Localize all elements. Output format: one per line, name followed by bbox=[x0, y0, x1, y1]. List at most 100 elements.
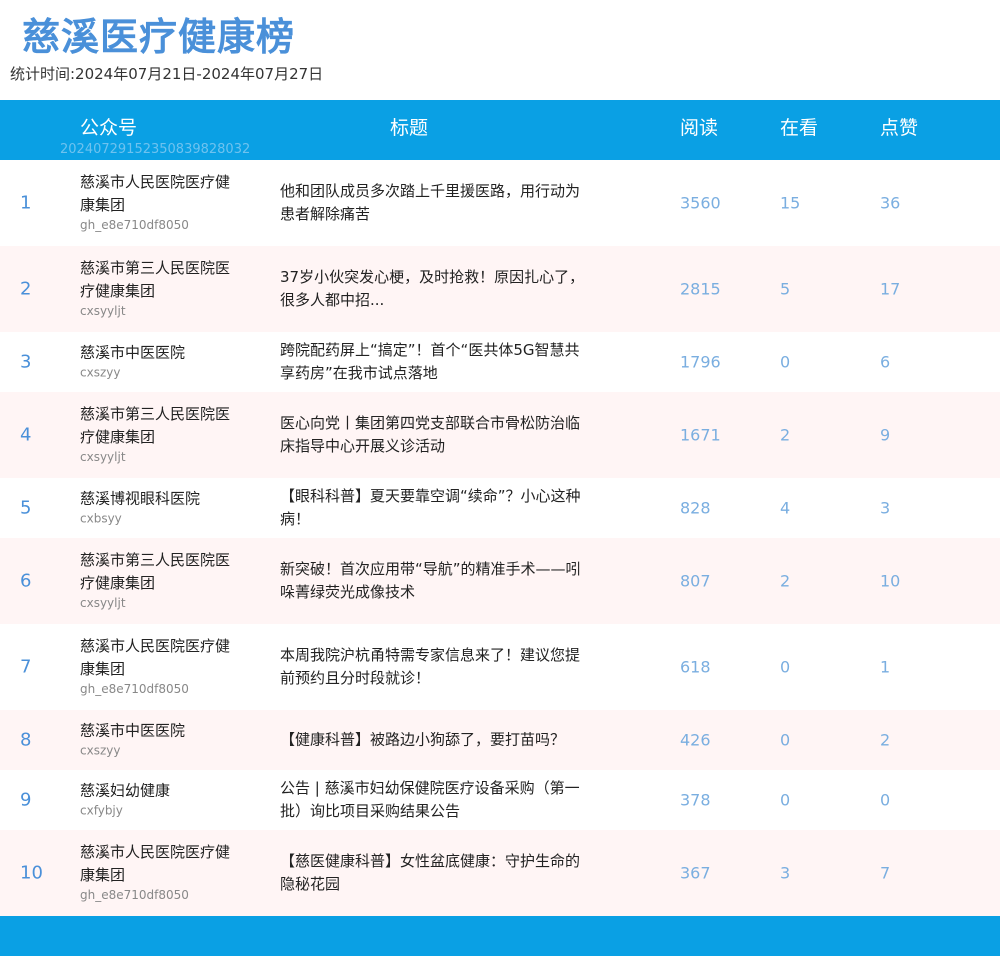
watch-count: 4 bbox=[780, 498, 791, 518]
account: 慈溪市人民医院医疗健康集团 gh_e8e710df8050 bbox=[80, 635, 230, 699]
watch-count: 0 bbox=[780, 657, 791, 677]
rank: 3 bbox=[20, 351, 32, 373]
read-count: 1796 bbox=[680, 352, 721, 372]
watch-count: 0 bbox=[780, 730, 791, 750]
account: 慈溪市第三人民医院医疗健康集团 cxsyyljt bbox=[80, 549, 230, 613]
rank: 7 bbox=[20, 656, 32, 678]
rank: 4 bbox=[20, 424, 32, 446]
read-count: 828 bbox=[680, 498, 711, 518]
article-title[interactable]: 【眼科科普】夏天要靠空调“续命”？小心这种病！ bbox=[280, 485, 590, 531]
table-row: 9 慈溪妇幼健康 cxfybjy 公告 | 慈溪市妇幼保健院医疗设备采购（第一批… bbox=[0, 770, 1000, 830]
account: 慈溪市人民医院医疗健康集团 gh_e8e710df8050 bbox=[80, 171, 230, 235]
account-name: 慈溪市第三人民医院医疗健康集团 bbox=[80, 551, 231, 592]
table-row: 10 慈溪市人民医院医疗健康集团 gh_e8e710df8050 【慈医健康科普… bbox=[0, 830, 1000, 916]
rank: 5 bbox=[20, 497, 32, 519]
account: 慈溪市第三人民医院医疗健康集团 cxsyyljt bbox=[80, 257, 230, 321]
article-title[interactable]: 【慈医健康科普】女性盆底健康：守护生命的隐秘花园 bbox=[280, 850, 590, 896]
watch-count: 15 bbox=[780, 193, 801, 213]
article-title[interactable]: 37岁小伙突发心梗，及时抢救！原因扎心了，很多人都中招... bbox=[280, 266, 590, 312]
account-id: cxsyyljt bbox=[80, 304, 126, 318]
watch-count: 5 bbox=[780, 279, 791, 299]
like-count: 6 bbox=[880, 352, 891, 372]
account-name: 慈溪博视眼科医院 bbox=[80, 489, 201, 508]
account-id: cxszyy bbox=[80, 743, 121, 758]
like-count: 10 bbox=[880, 571, 901, 591]
table-row: 3 慈溪市中医医院 cxszyy 跨院配药屏上“搞定”！首个“医共体5G智慧共享… bbox=[0, 332, 1000, 392]
read-count: 367 bbox=[680, 863, 711, 883]
table-row: 6 慈溪市第三人民医院医疗健康集团 cxsyyljt 新突破！首次应用带“导航”… bbox=[0, 538, 1000, 624]
table-row: 1 慈溪市人民医院医疗健康集团 gh_e8e710df8050 他和团队成员多次… bbox=[0, 160, 1000, 246]
watch-count: 0 bbox=[780, 352, 791, 372]
account-name: 慈溪市中医医院 bbox=[80, 721, 186, 740]
account-name: 慈溪市中医医院 bbox=[80, 343, 186, 362]
article-title[interactable]: 跨院配药屏上“搞定”！首个“医共体5G智慧共享药房”在我市试点落地 bbox=[280, 339, 590, 385]
read-count: 807 bbox=[680, 571, 711, 591]
account-name: 慈溪市第三人民医院医疗健康集团 bbox=[80, 405, 231, 446]
account-name: 慈溪市人民医院医疗健康集团 bbox=[80, 637, 231, 678]
read-count: 1671 bbox=[680, 425, 721, 445]
watch-count: 2 bbox=[780, 571, 791, 591]
read-count: 378 bbox=[680, 790, 711, 810]
account-id: gh_e8e710df8050 bbox=[80, 682, 189, 696]
rank: 6 bbox=[20, 570, 32, 592]
like-count: 9 bbox=[880, 425, 891, 445]
article-title[interactable]: 【健康科普】被路边小狗舔了，要打苗吗？ bbox=[280, 729, 590, 752]
article-title[interactable]: 他和团队成员多次踏上千里援医路，用行动为患者解除痛苦 bbox=[280, 180, 590, 226]
article-title[interactable]: 新突破！首次应用带“导航”的精准手术——吲哚菁绿荧光成像技术 bbox=[280, 558, 590, 604]
read-count: 2815 bbox=[680, 279, 721, 299]
table-row: 7 慈溪市人民医院医疗健康集团 gh_e8e710df8050 本周我院沪杭甬特… bbox=[0, 624, 1000, 710]
footer-bar bbox=[0, 916, 1000, 956]
rank: 9 bbox=[20, 789, 32, 811]
account: 慈溪妇幼健康 cxfybjy bbox=[80, 780, 230, 821]
account: 慈溪博视眼科医院 cxbsyy bbox=[80, 488, 230, 529]
table-row: 8 慈溪市中医医院 cxszyy 【健康科普】被路边小狗舔了，要打苗吗？ 426… bbox=[0, 710, 1000, 770]
watch-count: 3 bbox=[780, 863, 791, 883]
like-count: 3 bbox=[880, 498, 891, 518]
account: 慈溪市中医医院 cxszyy bbox=[80, 342, 230, 383]
col-title-header: 标题 bbox=[390, 117, 429, 139]
article-title[interactable]: 公告 | 慈溪市妇幼保健院医疗设备采购（第一批）询比项目采购结果公告 bbox=[280, 777, 590, 823]
account-id: cxszyy bbox=[80, 365, 121, 380]
like-count: 36 bbox=[880, 193, 901, 213]
stat-period: 统计时间:2024年07月21日-2024年07月27日 bbox=[10, 65, 324, 83]
account: 慈溪市人民医院医疗健康集团 gh_e8e710df8050 bbox=[80, 841, 230, 905]
table-row: 4 慈溪市第三人民医院医疗健康集团 cxsyyljt 医心向党丨集团第四党支部联… bbox=[0, 392, 1000, 478]
account-name: 慈溪妇幼健康 bbox=[80, 781, 171, 800]
table-row: 5 慈溪博视眼科医院 cxbsyy 【眼科科普】夏天要靠空调“续命”？小心这种病… bbox=[0, 478, 1000, 538]
rank: 8 bbox=[20, 729, 32, 751]
like-count: 7 bbox=[880, 863, 891, 883]
like-count: 2 bbox=[880, 730, 891, 750]
col-read-header: 阅读 bbox=[680, 117, 719, 139]
account-name: 慈溪市第三人民医院医疗健康集团 bbox=[80, 259, 231, 300]
account-id: cxfybjy bbox=[80, 803, 123, 818]
account-id: cxsyyljt bbox=[80, 450, 126, 464]
account-id: cxsyyljt bbox=[80, 596, 126, 610]
read-count: 426 bbox=[680, 730, 711, 750]
like-count: 1 bbox=[880, 657, 891, 677]
account-id: gh_e8e710df8050 bbox=[80, 888, 189, 902]
like-count: 17 bbox=[880, 279, 901, 299]
read-count: 3560 bbox=[680, 193, 721, 213]
rank: 2 bbox=[20, 278, 32, 300]
col-watch-header: 在看 bbox=[780, 117, 819, 139]
article-title[interactable]: 本周我院沪杭甬特需专家信息来了！建议您提前预约且分时段就诊！ bbox=[280, 644, 590, 690]
report-code: 20240729152350839828032 bbox=[60, 142, 251, 157]
ranking-table: 1 慈溪市人民医院医疗健康集团 gh_e8e710df8050 他和团队成员多次… bbox=[0, 160, 1000, 916]
like-count: 0 bbox=[880, 790, 891, 810]
page-title: 慈溪医疗健康榜 bbox=[22, 15, 296, 59]
rank: 10 bbox=[20, 862, 43, 884]
account-id: cxbsyy bbox=[80, 511, 122, 526]
account-name: 慈溪市人民医院医疗健康集团 bbox=[80, 173, 231, 214]
watch-count: 2 bbox=[780, 425, 791, 445]
col-like-header: 点赞 bbox=[880, 117, 919, 139]
account-id: gh_e8e710df8050 bbox=[80, 218, 189, 232]
account: 慈溪市中医医院 cxszyy bbox=[80, 720, 230, 761]
account-name: 慈溪市人民医院医疗健康集团 bbox=[80, 843, 231, 884]
col-account-header: 公众号 bbox=[80, 117, 138, 139]
watch-count: 0 bbox=[780, 790, 791, 810]
read-count: 618 bbox=[680, 657, 711, 677]
article-title[interactable]: 医心向党丨集团第四党支部联合市骨松防治临床指导中心开展义诊活动 bbox=[280, 412, 590, 458]
rank: 1 bbox=[20, 192, 32, 214]
table-row: 2 慈溪市第三人民医院医疗健康集团 cxsyyljt 37岁小伙突发心梗，及时抢… bbox=[0, 246, 1000, 332]
account: 慈溪市第三人民医院医疗健康集团 cxsyyljt bbox=[80, 403, 230, 467]
